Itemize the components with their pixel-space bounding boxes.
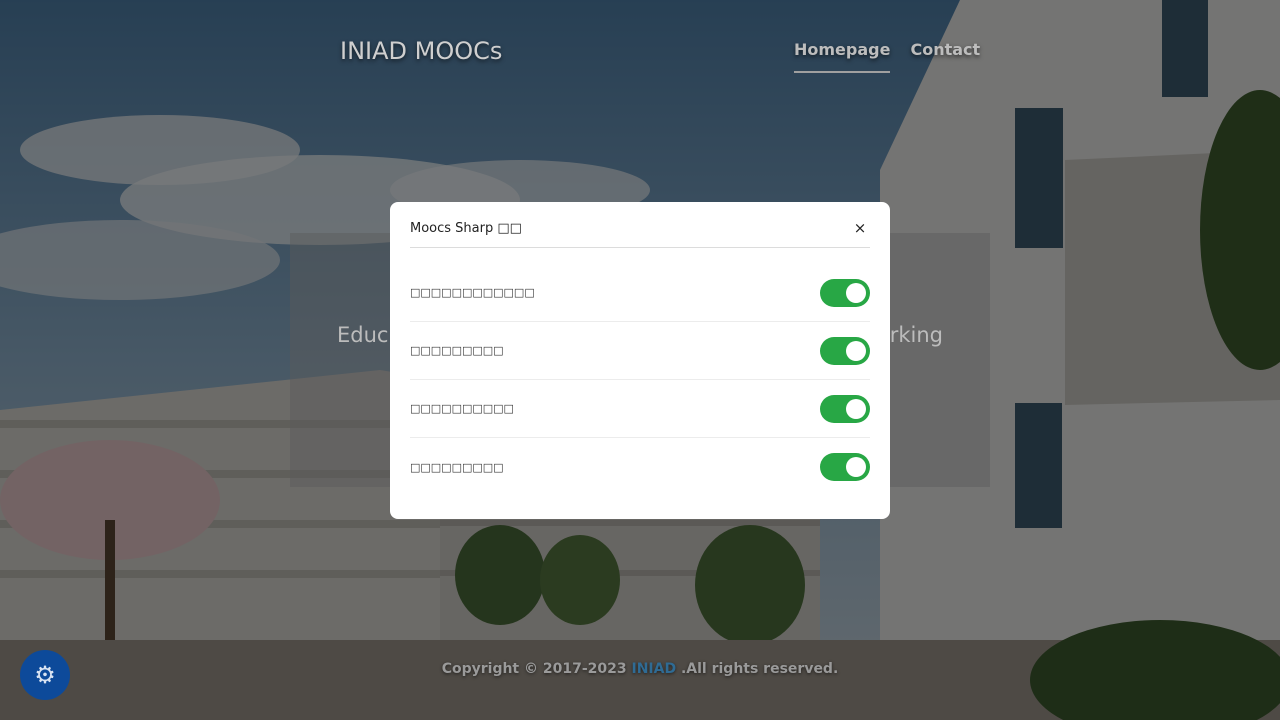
site-brand[interactable]: INIAD MOOCs — [340, 37, 502, 65]
setting-row: □□□□□□□□□□□□ — [410, 264, 870, 322]
hero-tagline-start: Educ — [337, 323, 389, 347]
setting-label: □□□□□□□□□ — [410, 344, 504, 357]
setting-label: □□□□□□□□□ — [410, 460, 504, 474]
hero-tagline-end: rking — [889, 323, 943, 347]
setting-row: □□□□□□□□□ — [410, 322, 870, 380]
footer-copyright: Copyright © 2017-2023 INIAD .All rights … — [0, 661, 1280, 677]
modal-title: Moocs Sharp □□ — [410, 220, 522, 236]
setting-toggle[interactable] — [820, 336, 870, 365]
gear-icon: ⚙ — [34, 661, 56, 689]
setting-toggle[interactable] — [820, 278, 870, 307]
footer-copyright-prefix: Copyright © 2017-2023 — [441, 661, 632, 677]
settings-list: □□□□□□□□□□□□ □□□□□□□□□ □□□□□□□□□□ □□□□□□… — [410, 248, 870, 496]
setting-toggle[interactable] — [820, 453, 870, 481]
toggle-knob — [846, 282, 866, 303]
footer-copyright-suffix: .All rights reserved. — [676, 661, 839, 677]
toggle-knob — [846, 457, 866, 477]
setting-row: □□□□□□□□□ — [410, 438, 870, 496]
nav-homepage-link[interactable]: Homepage — [794, 40, 891, 73]
setting-row: □□□□□□□□□□ — [410, 380, 870, 438]
setting-label: □□□□□□□□□□ — [410, 402, 514, 415]
main-nav: Homepage Contact — [794, 40, 980, 73]
setting-label: □□□□□□□□□□□□ — [410, 286, 535, 299]
setting-toggle[interactable] — [820, 394, 870, 423]
nav-contact-link[interactable]: Contact — [910, 40, 980, 73]
settings-modal: Moocs Sharp □□ × □□□□□□□□□□□□ □□□□□□□□□ … — [390, 202, 890, 519]
close-icon[interactable]: × — [850, 219, 870, 237]
modal-header: Moocs Sharp □□ × — [410, 202, 870, 248]
footer-iniad-link[interactable]: INIAD — [632, 661, 677, 677]
toggle-knob — [846, 398, 866, 419]
settings-button[interactable]: ⚙ — [20, 650, 70, 700]
toggle-knob — [846, 340, 866, 361]
